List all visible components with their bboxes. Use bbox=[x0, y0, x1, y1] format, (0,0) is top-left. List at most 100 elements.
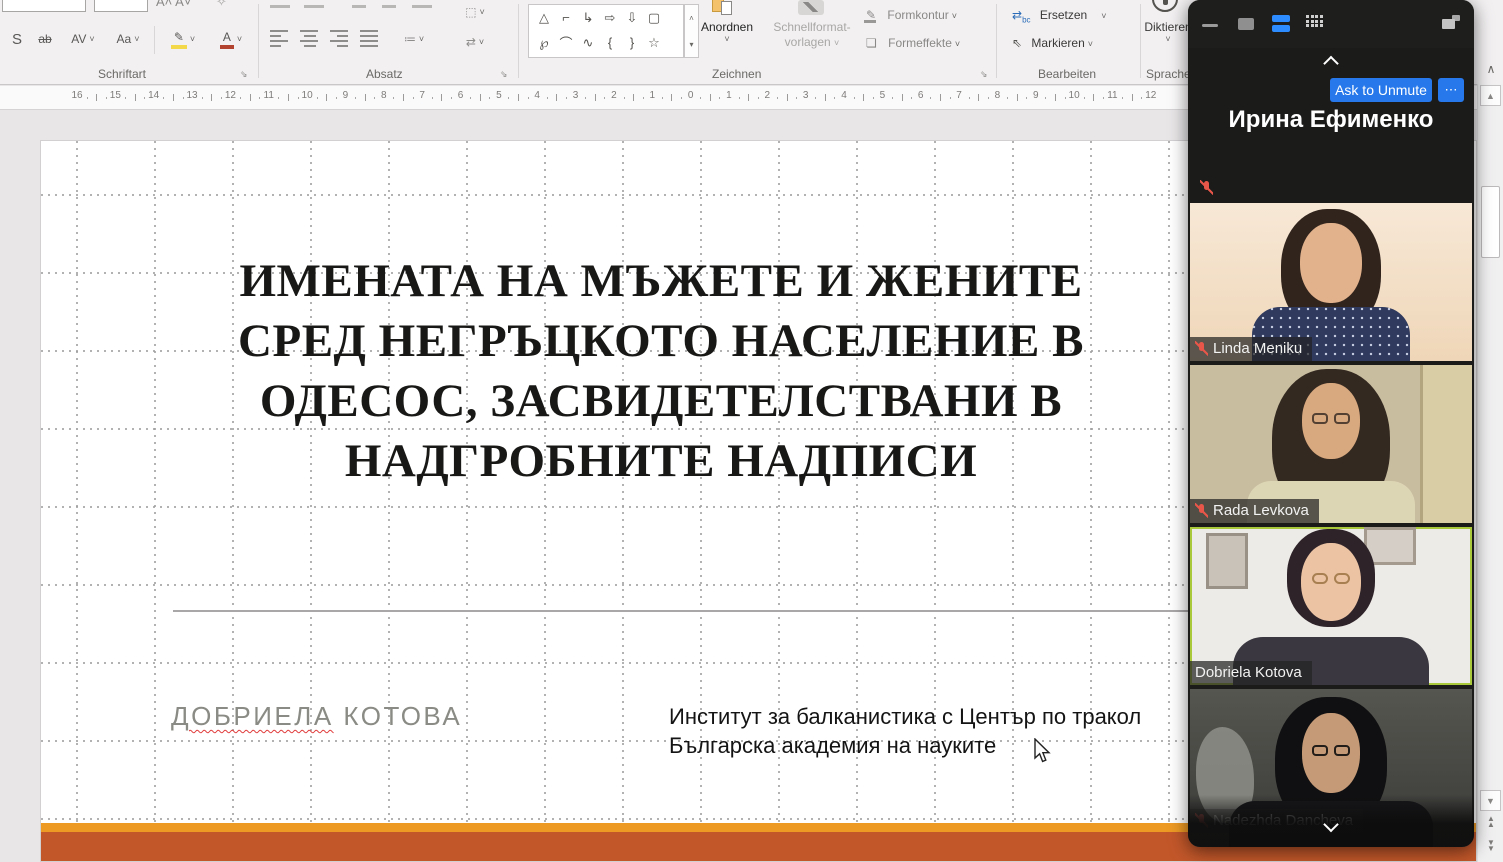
align-left-button[interactable] bbox=[270, 30, 290, 47]
text-shadow-button[interactable]: S bbox=[4, 26, 30, 52]
align-right-button[interactable] bbox=[330, 30, 350, 47]
active-view-icon[interactable] bbox=[1272, 15, 1290, 35]
collapse-panel-chevron[interactable] bbox=[1326, 56, 1337, 74]
shape-icon[interactable]: ∿ bbox=[577, 35, 599, 51]
ruler-dot bbox=[585, 97, 586, 99]
font-name-combo[interactable] bbox=[2, 0, 86, 12]
indent-decrease-partial[interactable] bbox=[352, 0, 366, 8]
ruler-dot bbox=[163, 97, 164, 99]
ruler-number: 10 bbox=[1065, 90, 1083, 101]
shape-icon[interactable]: ⇨ bbox=[599, 10, 621, 26]
ruler-dot bbox=[508, 97, 509, 99]
scroll-down-button[interactable]: ▼ bbox=[1480, 790, 1501, 811]
ruler-dot bbox=[624, 97, 625, 99]
ruler-number: 16 bbox=[68, 90, 86, 101]
shape-icon[interactable]: ↳ bbox=[577, 10, 599, 26]
video-tile[interactable]: Rada Levkova bbox=[1190, 365, 1472, 523]
ruler-tick bbox=[595, 94, 596, 101]
shape-icon[interactable]: ℘ bbox=[533, 35, 555, 51]
slide-title[interactable]: ИМЕНАТА НА МЪЖЕТЕ И ЖЕНИТЕ СРЕД НЕГРЪЦКО… bbox=[136, 251, 1186, 491]
line-spacing-partial[interactable] bbox=[412, 0, 432, 8]
ruler-number: 12 bbox=[221, 90, 239, 101]
shape-icon[interactable]: } bbox=[621, 35, 643, 50]
shape-icon[interactable]: ▢ bbox=[643, 10, 665, 26]
picture-frame bbox=[1206, 533, 1248, 589]
align-center-button[interactable] bbox=[300, 30, 320, 47]
character-spacing-button[interactable]: AV˅ bbox=[62, 26, 104, 52]
ruler-tick bbox=[1055, 94, 1056, 101]
microphone-icon bbox=[1152, 0, 1178, 12]
ruler-dot bbox=[662, 97, 663, 99]
dictate-button[interactable]: Diktieren˅ bbox=[1142, 20, 1194, 44]
ruler-number: 8 bbox=[375, 90, 393, 101]
ruler-tick bbox=[250, 94, 251, 101]
slide-author[interactable]: ДОБРИЕЛА КОТОВА bbox=[171, 701, 462, 732]
shape-icon[interactable]: ⇩ bbox=[621, 10, 643, 26]
video-tile[interactable]: Linda Meniku bbox=[1190, 203, 1472, 361]
paragraph-group-label: Absatz bbox=[366, 67, 403, 81]
font-color-button[interactable]: A˅ bbox=[210, 26, 252, 52]
paragraph-dialog-launcher[interactable]: ⇘ bbox=[500, 69, 508, 80]
shape-icon[interactable]: { bbox=[599, 35, 621, 50]
ruler-dot bbox=[240, 97, 241, 99]
text-direction-button[interactable]: ⬚˅ bbox=[452, 2, 498, 22]
ruler-number: 1 bbox=[643, 90, 661, 101]
shape-icon[interactable]: ☆ bbox=[643, 35, 665, 51]
ruler-dot bbox=[393, 97, 394, 99]
highlighter-icon: ✎ bbox=[171, 30, 187, 49]
bullets-button-partial[interactable] bbox=[270, 0, 290, 8]
ruler-tick bbox=[96, 94, 97, 101]
video-tile[interactable]: Dobriela Kotova bbox=[1190, 527, 1472, 685]
glasses bbox=[1312, 413, 1350, 424]
numbering-button-partial[interactable] bbox=[304, 0, 324, 8]
panel-bottom-bar bbox=[1188, 795, 1474, 847]
more-options-button[interactable]: ⋯ bbox=[1438, 78, 1464, 102]
ruler-tick bbox=[978, 94, 979, 101]
shapes-gallery[interactable]: △⌐↳⇨⇩▢ ℘⌒∿{}☆ ˄ ▾ bbox=[528, 4, 684, 58]
strikethrough-button[interactable]: ab bbox=[30, 26, 60, 52]
drawing-dialog-launcher[interactable]: ⇘ bbox=[980, 69, 988, 80]
justify-button[interactable] bbox=[360, 30, 380, 47]
chevron-down-icon: ˅ bbox=[955, 39, 960, 49]
quick-styles-icon bbox=[798, 0, 824, 15]
replace-button[interactable]: ⇄bc Ersetzen˅ bbox=[1012, 8, 1106, 24]
select-button[interactable]: ⇖ Markieren˅ bbox=[1012, 36, 1093, 50]
shape-icon[interactable]: △ bbox=[533, 10, 555, 26]
ruler-dot bbox=[432, 97, 433, 99]
font-group-label: Schriftart bbox=[98, 67, 146, 81]
shape-icon[interactable]: ⌐ bbox=[555, 10, 577, 25]
ruler-number: 11 bbox=[1103, 90, 1121, 101]
scroll-up-button[interactable]: ▲ bbox=[1480, 85, 1501, 106]
indent-increase-partial[interactable] bbox=[382, 0, 396, 8]
minimize-icon[interactable] bbox=[1202, 24, 1218, 27]
slide-affiliation[interactable]: Институт за балканистика с Център по тра… bbox=[669, 702, 1141, 760]
font-dialog-launcher[interactable]: ⇘ bbox=[240, 69, 248, 80]
next-slide-button[interactable]: ▼▼ bbox=[1482, 840, 1500, 852]
columns-button[interactable]: ≔˅ bbox=[394, 26, 434, 52]
chevron-down-icon: ˅ bbox=[834, 38, 839, 48]
change-case-button[interactable]: Aa˅ bbox=[106, 26, 150, 52]
vertical-scrollbar[interactable]: ▲ ▼ ▲▲ ▼▼ bbox=[1477, 84, 1503, 862]
convert-smartart-button[interactable]: ⇄˅ bbox=[452, 32, 498, 52]
shape-icon[interactable]: ⌒ bbox=[555, 33, 577, 52]
grow-shrink-font-buttons[interactable]: A˄ A˅ bbox=[156, 0, 191, 9]
quick-styles-button[interactable]: Schnellformat- vorlagen ˅ bbox=[764, 20, 860, 51]
scrollbar-thumb[interactable] bbox=[1481, 186, 1500, 258]
gallery-view-icon[interactable] bbox=[1306, 15, 1325, 30]
collapse-ribbon-chevron[interactable]: ∧ bbox=[1482, 62, 1500, 78]
shape-outline-button[interactable]: ✎ Formkontur˅ bbox=[866, 8, 957, 23]
speaker-view-icon[interactable] bbox=[1238, 18, 1254, 30]
font-size-combo[interactable] bbox=[94, 0, 148, 12]
ruler-number: 6 bbox=[912, 90, 930, 101]
ruler-number: 6 bbox=[452, 90, 470, 101]
shape-effects-button[interactable]: ❏ Formeffekte˅ bbox=[866, 36, 960, 50]
ask-to-unmute-button[interactable]: Ask to Unmute bbox=[1330, 78, 1432, 102]
shape-outline-icon: ✎ bbox=[866, 8, 876, 22]
scroll-participants-down[interactable] bbox=[1326, 817, 1337, 835]
popout-view-icon[interactable] bbox=[1442, 15, 1460, 29]
arrange-button[interactable]: Anordnen˅ bbox=[695, 20, 759, 44]
clear-format-button[interactable]: ✧ bbox=[216, 0, 227, 10]
ruler-number: 9 bbox=[1027, 90, 1045, 101]
text-highlight-button[interactable]: ✎˅ bbox=[160, 26, 206, 52]
previous-slide-button[interactable]: ▲▲ bbox=[1482, 816, 1500, 828]
